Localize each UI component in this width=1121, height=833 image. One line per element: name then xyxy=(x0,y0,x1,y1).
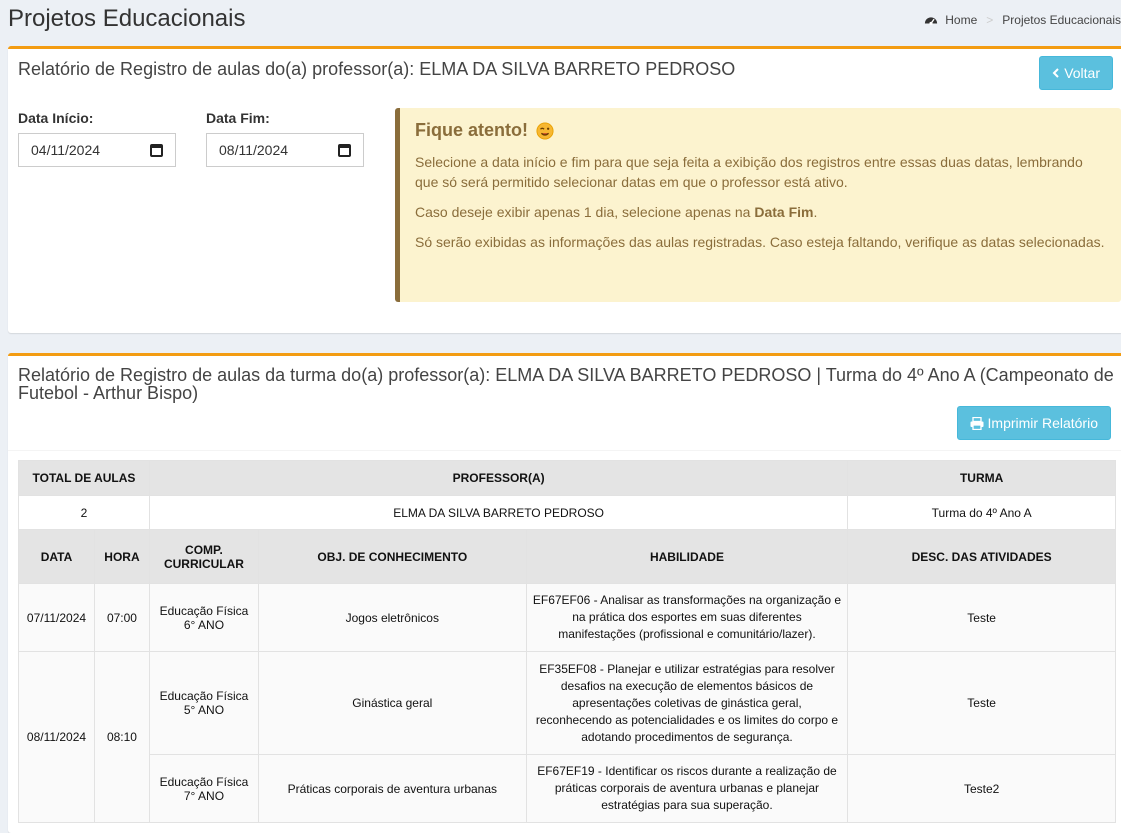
col-header-professor: PROFESSOR(A) xyxy=(148,460,849,496)
breadcrumb: Home > Projetos Educacionais xyxy=(924,13,1121,27)
row-hora: 07:00 xyxy=(93,583,150,652)
row-obj: Ginástica geral xyxy=(257,651,527,755)
dashboard-icon xyxy=(925,17,938,26)
start-date-field: Data Início: 04/11/2024 xyxy=(18,110,176,167)
back-button-label: Voltar xyxy=(1064,65,1100,81)
filter-title: Relatório de Registro de aulas do(a) pro… xyxy=(18,59,736,79)
back-button[interactable]: Voltar xyxy=(1039,56,1113,90)
report-title: Relatório de Registro de aulas da turma … xyxy=(18,365,1114,403)
col-header-desc: DESC. DAS ATIVIDADES xyxy=(847,529,1116,584)
col-header-hab: HABILIDADE xyxy=(525,529,849,584)
row-obj: Jogos eletrônicos xyxy=(257,583,527,652)
content-header: Projetos Educacionais Home > Projetos Ed… xyxy=(0,0,1121,46)
summary-professor: ELMA DA SILVA BARRETO PEDROSO xyxy=(148,495,849,530)
print-report-button[interactable]: Imprimir Relatório xyxy=(956,406,1111,440)
row-desc: Teste xyxy=(847,583,1116,652)
breadcrumb-separator: > xyxy=(986,13,994,27)
callout-p2-text: Caso deseje exibir apenas 1 dia, selecio… xyxy=(415,204,755,220)
row-comp: Educação Física 5° ANO xyxy=(148,651,259,755)
calendar-icon[interactable] xyxy=(150,143,163,157)
end-date-input[interactable]: 08/11/2024 xyxy=(206,133,364,167)
col-header-comp: COMP. CURRICULAR xyxy=(148,529,259,584)
summary-turma: Turma do 4º Ano A xyxy=(847,495,1116,530)
row-desc: Teste2 xyxy=(847,754,1116,823)
col-header-comp-line1: COMP. xyxy=(185,542,223,557)
row-hab: EF35EF08 - Planejar e utilizar estratégi… xyxy=(525,651,849,755)
callout-title-text: Fique atento! xyxy=(415,120,528,140)
row-comp: Educação Física 7° ANO xyxy=(148,754,259,823)
print-report-label: Imprimir Relatório xyxy=(987,415,1098,431)
col-header-data: DATA xyxy=(18,529,95,584)
callout-paragraph-3: Só serão exibidas as informações das aul… xyxy=(415,234,1105,250)
breadcrumb-current: Projetos Educacionais xyxy=(1002,13,1121,27)
col-header-hora: HORA xyxy=(93,529,150,584)
table-row: 07/11/2024 07:00 Educação Física 6° ANO J… xyxy=(18,583,1116,652)
row-data: 07/11/2024 xyxy=(18,583,95,652)
col-header-comp-line2: CURRICULAR xyxy=(163,556,244,571)
row-desc: Teste xyxy=(847,651,1116,755)
callout-title: Fique atento! xyxy=(415,120,1106,141)
report-table: TOTAL DE AULAS PROFESSOR(A) TURMA 2 ELMA… xyxy=(18,460,1116,823)
row-hab: EF67EF19 - Identificar os riscos durante… xyxy=(525,754,849,823)
wink-emoji-icon xyxy=(536,121,554,140)
row-hora: 08:10 xyxy=(93,651,150,823)
report-box: Relatório de Registro de aulas da turma … xyxy=(8,353,1121,833)
summary-row: 2 ELMA DA SILVA BARRETO PEDROSO Turma do… xyxy=(18,495,1116,530)
row-comp-subject: Educação Física xyxy=(159,603,249,618)
end-date-label: Data Fim: xyxy=(206,110,270,126)
callout-paragraph-2: Caso deseje exibir apenas 1 dia, selecio… xyxy=(415,202,1106,222)
detail-header-row: DATA HORA COMP. CURRICULAR OBJ. DE CONHEC… xyxy=(18,529,1116,584)
end-date-field: Data Fim: 08/11/2024 xyxy=(206,110,364,167)
callout-paragraph-1: Selecione a data início e fim para que s… xyxy=(415,154,1083,190)
start-date-value: 04/11/2024 xyxy=(31,142,101,158)
report-header: Relatório de Registro de aulas da turma … xyxy=(8,356,1121,451)
breadcrumb-home[interactable]: Home xyxy=(945,13,977,27)
start-date-input[interactable]: 04/11/2024 xyxy=(18,133,176,167)
col-header-turma: TURMA xyxy=(847,460,1116,496)
row-hab: EF67EF06 - Analisar as transformações na… xyxy=(525,583,849,652)
callout-p2-end: . xyxy=(813,204,818,220)
row-obj: Práticas corporais de aventura urbanas xyxy=(257,754,527,823)
callout-p2-bold: Data Fim xyxy=(754,204,814,220)
row-comp-grade: 6° ANO xyxy=(183,617,225,632)
row-data: 08/11/2024 xyxy=(18,651,95,823)
row-comp-grade: 5° ANO xyxy=(183,703,225,717)
row-comp-grade: 7° ANO xyxy=(183,788,225,803)
summary-total: 2 xyxy=(18,495,150,530)
col-header-obj: OBJ. DE CONHECIMENTO xyxy=(257,529,527,584)
chevron-left-icon xyxy=(1052,68,1059,78)
table-row: 08/11/2024 08:10 Educação Física 5° ANO G… xyxy=(18,651,1116,823)
start-date-label: Data Início: xyxy=(18,110,94,126)
row-comp: Educação Física 6° ANO xyxy=(148,583,259,652)
warning-callout: Fique atento! Selecione a data início e … xyxy=(395,108,1121,302)
end-date-value: 08/11/2024 xyxy=(219,142,289,158)
summary-header-row: TOTAL DE AULAS PROFESSOR(A) TURMA xyxy=(18,460,1116,496)
calendar-icon[interactable] xyxy=(338,143,351,157)
printer-icon xyxy=(970,416,984,430)
filter-box: Relatório de Registro de aulas do(a) pro… xyxy=(8,46,1121,333)
page-title: Projetos Educacionais xyxy=(8,5,246,32)
row-comp-subject: Educação Física xyxy=(159,774,249,789)
col-header-total: TOTAL DE AULAS xyxy=(18,460,150,496)
table-row: Educação Física 7° ANO Práticas corporais… xyxy=(19,754,1116,823)
row-comp-subject: Educação Física xyxy=(159,689,249,703)
